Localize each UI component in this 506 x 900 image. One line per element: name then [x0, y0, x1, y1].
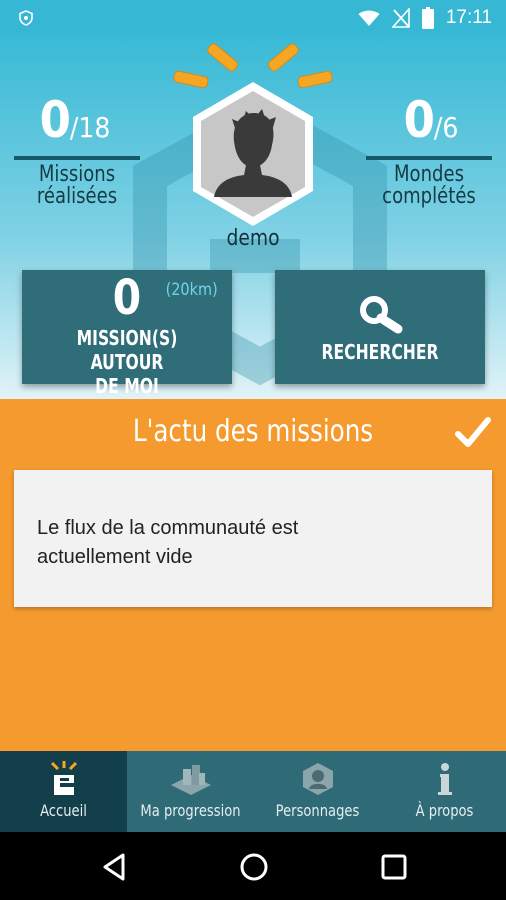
missions-total: /18 — [69, 111, 111, 144]
recents-icon[interactable] — [377, 850, 411, 884]
missions-feed-panel: L'actu des missions Le flux de la commun… — [0, 399, 506, 751]
tab-personnages[interactable]: Personnages — [254, 751, 381, 832]
tab-personnages-label: Personnages — [275, 801, 360, 820]
tab-accueil[interactable]: Accueil — [0, 751, 127, 832]
shield-notification-icon — [19, 10, 33, 26]
back-icon[interactable] — [97, 850, 131, 884]
tab-accueil-label: Accueil — [40, 801, 87, 820]
worlds-caption-line1: Mondes — [393, 162, 464, 187]
worlds-done-value: 0 — [403, 91, 435, 149]
wifi-icon — [358, 10, 380, 26]
avatar[interactable] — [190, 79, 316, 229]
bottom-tab-bar: Accueil Ma progression Personnages À pro… — [0, 751, 506, 832]
worlds-total: /6 — [433, 111, 459, 144]
missions-around-label: MISSION(S) AUTOUR DE MOI — [45, 326, 209, 398]
profile-header: 0/18 Missions réalisées 0/6 Mondes compl… — [0, 36, 506, 399]
worlds-caption: Mondes complétés — [376, 164, 483, 208]
clock: 17:11 — [445, 7, 492, 28]
city-icon — [170, 765, 211, 795]
missions-caption: Missions réalisées — [24, 164, 131, 208]
status-icons: 17:11 — [358, 6, 492, 30]
missions-done-value: 0 — [39, 91, 71, 149]
username: demo — [226, 226, 280, 251]
feed-empty-message: Le flux de la communauté est actuellemen… — [37, 514, 437, 572]
missions-caption-line2: réalisées — [36, 184, 118, 209]
worlds-caption-line2: complétés — [382, 184, 476, 209]
feed-title: L'actu des missions — [132, 414, 374, 449]
feed-empty-line1: Le flux de la communauté est — [37, 517, 299, 539]
system-nav-bar — [0, 832, 506, 900]
feed-card: Le flux de la communauté est actuellemen… — [14, 470, 492, 607]
character-icon — [302, 763, 333, 795]
home-e-icon — [50, 761, 77, 795]
home-icon[interactable] — [237, 850, 271, 884]
missions-around-label-line1: MISSION(S) AUTOUR — [76, 326, 178, 374]
missions-divider — [14, 156, 140, 160]
no-signal-icon — [391, 8, 410, 28]
search-radius: (20km) — [165, 280, 218, 300]
missions-around-me-button[interactable]: 0 (20km) MISSION(S) AUTOUR DE MOI — [22, 270, 232, 398]
status-bar: 17:11 — [0, 0, 506, 36]
worlds-divider — [366, 156, 492, 160]
search-button[interactable]: RECHERCHER — [275, 270, 485, 384]
missions-around-label-line2: DE MOI — [95, 374, 159, 398]
info-icon — [437, 763, 452, 795]
tab-ma-progression[interactable]: Ma progression — [127, 751, 254, 832]
battery-icon — [421, 7, 434, 29]
feed-empty-line2: actuellement vide — [37, 546, 193, 568]
tab-a-propos-label: À propos — [415, 801, 474, 820]
worlds-stat: 0/6 — [366, 91, 496, 149]
search-icon — [360, 296, 403, 334]
missions-stat: 0/18 — [10, 91, 140, 149]
missions-caption-line1: Missions — [38, 162, 116, 187]
tab-a-propos[interactable]: À propos — [381, 751, 506, 832]
checkmark-icon[interactable] — [455, 417, 491, 449]
search-label: RECHERCHER — [321, 340, 439, 364]
tab-ma-progression-label: Ma progression — [140, 801, 241, 820]
